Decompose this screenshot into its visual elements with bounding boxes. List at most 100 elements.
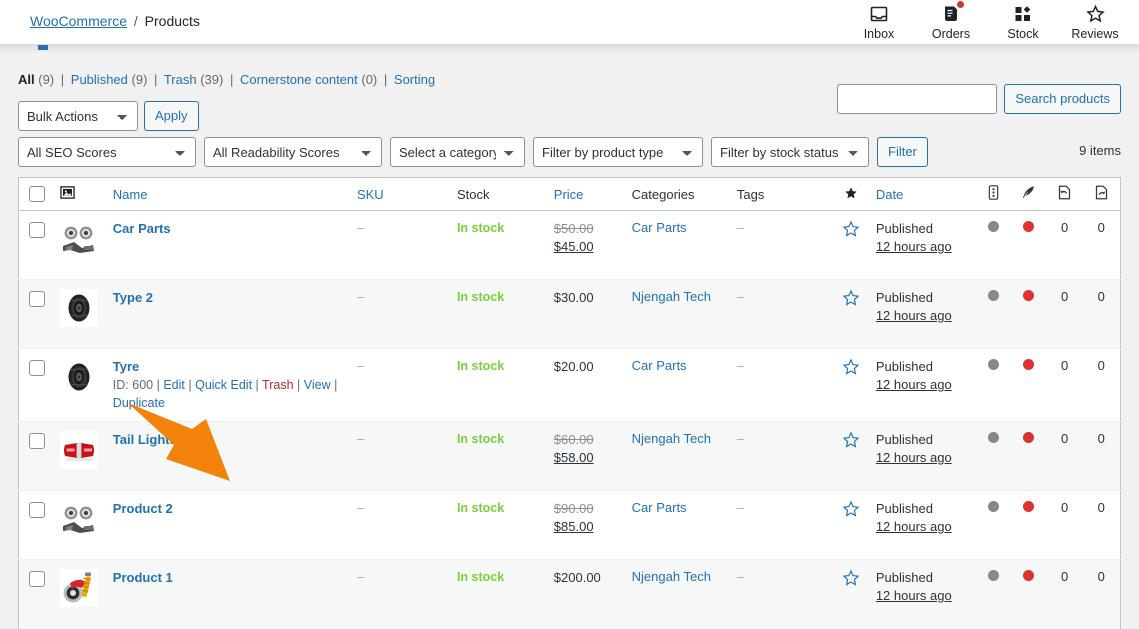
row-checkbox-cell <box>19 211 53 280</box>
date-relative: 12 hours ago <box>875 588 952 603</box>
row-action-edit[interactable]: Edit <box>163 378 185 392</box>
view-published[interactable]: Published <box>71 72 128 87</box>
filter-button[interactable]: Filter <box>877 137 928 167</box>
product-name-link[interactable]: Car Parts <box>113 221 171 236</box>
product-thumbnail[interactable] <box>60 220 99 258</box>
table-header-row: Name SKU Stock Price Categories Tags Dat… <box>18 177 1121 211</box>
row-featured-cell <box>834 211 868 280</box>
star-outline-icon[interactable] <box>842 220 860 241</box>
seo-score-dot[interactable] <box>987 290 999 301</box>
row-action-quick-edit[interactable]: Quick Edit <box>195 378 252 392</box>
breadcrumb-link-woocommerce[interactable]: WooCommerce <box>30 13 127 29</box>
seo-score-dot[interactable] <box>987 359 999 370</box>
row-select-checkbox[interactable] <box>29 360 45 376</box>
apply-button[interactable]: Apply <box>144 101 199 131</box>
row-action-trash[interactable]: Trash <box>262 378 294 392</box>
seo-score-dot[interactable] <box>987 570 999 581</box>
row-name-cell: Car Parts <box>105 211 349 280</box>
activity-panel-item-orders[interactable]: Orders <box>915 0 987 45</box>
product-thumbnail[interactable] <box>60 500 99 538</box>
row-readability-cell <box>1010 348 1047 422</box>
readability-score-dot[interactable] <box>1023 221 1035 232</box>
category-link[interactable]: Njengah Tech <box>632 569 711 584</box>
row-select-checkbox[interactable] <box>29 291 45 307</box>
product-name-link[interactable]: Tail Lights <box>113 432 177 447</box>
sku-value: – <box>356 500 365 515</box>
view-all[interactable]: All <box>18 72 35 87</box>
category-filter-select[interactable]: Select a category <box>390 137 525 167</box>
star-outline-icon[interactable] <box>842 358 860 379</box>
row-stock-cell: In stock <box>448 348 546 422</box>
product-search: Search products <box>837 84 1121 114</box>
activity-panel-label: Reviews <box>1071 27 1119 41</box>
seo-score-dot[interactable] <box>987 501 999 512</box>
row-select-checkbox[interactable] <box>29 502 45 518</box>
row-featured-cell <box>834 490 868 560</box>
seo-scores-filter-select[interactable]: All SEO Scores <box>18 137 196 167</box>
row-action-duplicate[interactable]: Duplicate <box>113 396 165 410</box>
row-tags-cell: – <box>728 348 835 422</box>
product-name-link[interactable]: Product 2 <box>113 501 173 516</box>
row-tags-cell: – <box>728 421 835 491</box>
activity-panel-item-reviews[interactable]: Reviews <box>1059 0 1131 45</box>
product-thumbnail[interactable] <box>60 569 99 607</box>
row-seo-score-cell <box>975 348 1011 422</box>
readability-score-dot[interactable] <box>1023 432 1035 443</box>
row-select-checkbox[interactable] <box>29 433 45 449</box>
category-link[interactable]: Car Parts <box>632 358 687 373</box>
row-thumbnail-cell <box>52 211 105 280</box>
readability-score-dot[interactable] <box>1023 359 1035 370</box>
product-thumbnail[interactable] <box>60 358 99 396</box>
activity-panel-item-stock[interactable]: Stock <box>987 0 1059 45</box>
column-header-name[interactable]: Name <box>104 177 349 211</box>
product-name-link[interactable]: Tyre <box>113 359 140 374</box>
product-thumbnail[interactable] <box>60 289 99 327</box>
row-checkbox-cell <box>18 490 53 560</box>
outbound-links-count: 0 <box>1097 500 1105 515</box>
category-link[interactable]: Njengah Tech <box>632 289 711 304</box>
column-header-price-link[interactable]: Price <box>554 187 584 202</box>
column-header-sku-link[interactable]: SKU <box>357 187 384 202</box>
stock-status: In stock <box>456 290 505 304</box>
readability-score-dot[interactable] <box>1023 501 1035 512</box>
row-sku-cell: – <box>348 279 449 349</box>
search-products-button[interactable]: Search products <box>1004 84 1121 114</box>
tags-value: – <box>736 431 745 446</box>
product-name-link[interactable]: Type 2 <box>113 290 153 305</box>
product-type-filter-select[interactable]: Filter by product type <box>533 137 703 167</box>
category-link[interactable]: Car Parts <box>632 500 687 515</box>
stock-status: In stock <box>456 359 505 373</box>
product-name-link[interactable]: Product 1 <box>113 570 173 585</box>
column-header-name-link[interactable]: Name <box>113 187 148 202</box>
column-header-date-link[interactable]: Date <box>876 187 903 202</box>
category-link[interactable]: Njengah Tech <box>632 431 711 446</box>
column-header-price[interactable]: Price <box>545 177 624 211</box>
star-outline-icon[interactable] <box>842 289 860 310</box>
select-all-checkbox[interactable] <box>29 185 45 202</box>
row-action-view[interactable]: View <box>304 378 331 392</box>
product-thumbnail[interactable] <box>60 431 99 469</box>
star-outline-icon[interactable] <box>842 500 860 521</box>
activity-panel-item-inbox[interactable]: Inbox <box>843 0 915 45</box>
date-relative: 12 hours ago <box>875 239 952 254</box>
view-cornerstone-content[interactable]: Cornerstone content <box>240 72 358 87</box>
seo-score-dot[interactable] <box>987 432 999 443</box>
row-select-checkbox[interactable] <box>29 571 45 587</box>
star-outline-icon[interactable] <box>842 569 860 590</box>
seo-score-icon <box>987 185 1000 203</box>
readability-score-dot[interactable] <box>1023 290 1035 301</box>
category-link[interactable]: Car Parts <box>632 220 687 235</box>
stock-status-filter-select[interactable]: Filter by stock status <box>711 137 869 167</box>
column-header-date[interactable]: Date <box>867 177 976 211</box>
column-header-inbound-links <box>1046 177 1083 211</box>
star-outline-icon[interactable] <box>842 431 860 452</box>
bulk-actions-select[interactable]: Bulk Actions <box>18 101 138 131</box>
readability-score-dot[interactable] <box>1023 570 1035 581</box>
row-select-checkbox[interactable] <box>29 222 45 238</box>
column-header-sku[interactable]: SKU <box>348 177 449 211</box>
view-sorting[interactable]: Sorting <box>394 72 435 87</box>
readability-scores-filter-select[interactable]: All Readability Scores <box>204 137 382 167</box>
seo-score-dot[interactable] <box>987 221 999 232</box>
search-input[interactable] <box>837 84 998 114</box>
view-trash[interactable]: Trash <box>164 72 197 87</box>
